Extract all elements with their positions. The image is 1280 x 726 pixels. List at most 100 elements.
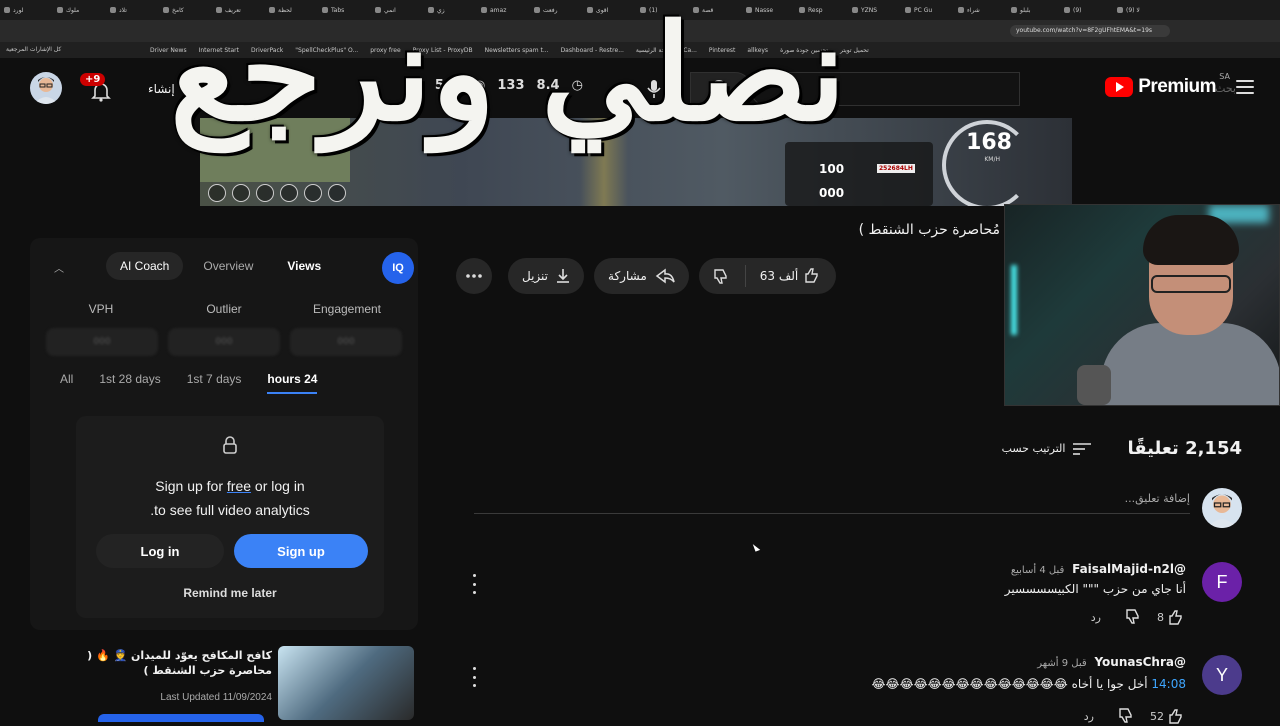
metric-values: 000 000 000: [46, 328, 402, 356]
share-label: مشاركة: [608, 269, 647, 283]
comment-author[interactable]: @YounasChra: [1094, 655, 1186, 669]
browser-tab[interactable]: تلاد: [107, 2, 159, 18]
range-24-hours[interactable]: hours 24: [267, 372, 318, 394]
browser-tab[interactable]: PC Gu: [902, 2, 954, 18]
share-button[interactable]: مشاركة: [594, 258, 689, 294]
recommended-title: كافح المكافح يعوّد للميدان 👮 🔥 ( محاصرة …: [72, 648, 272, 678]
tab-label: شراء: [967, 6, 980, 14]
comment-author[interactable]: @FaisalMajid-n2l: [1072, 562, 1186, 576]
browser-tab[interactable]: YZNS: [849, 2, 901, 18]
browser-tab[interactable]: (9) لا: [1114, 2, 1166, 18]
all-bookmarks-link[interactable]: كل الإشارات المرجعية: [6, 42, 61, 58]
range-all[interactable]: All: [60, 372, 73, 394]
notification-badge: +9: [80, 73, 106, 86]
comment-like-count: 52: [1150, 710, 1164, 723]
recommended-video[interactable]: كافح المكافح يعوّد للميدان 👮 🔥 ( محاصرة …: [87, 646, 418, 722]
tab-overview[interactable]: Overview: [189, 252, 267, 280]
browser-tab[interactable]: ملوك: [54, 2, 106, 18]
youtube-premium-logo[interactable]: Premium SA: [1105, 72, 1230, 98]
add-comment-input[interactable]: إضافة تعليق...: [474, 488, 1190, 514]
locked-analytics-card: Sign up for free or log in .to see full …: [76, 416, 384, 618]
signup-button[interactable]: Sign up: [234, 534, 368, 568]
recommended-title-line-2: محاصرة حزب الشنقط ): [143, 664, 272, 677]
like-dislike-bar: 63 ألف: [698, 258, 837, 294]
like-count: 63 ألف: [759, 269, 799, 283]
tab-favicon-icon: [57, 7, 63, 13]
metric-label-outlier: Outlier: [206, 302, 242, 316]
overlay-caption: نصلي ونرجع: [170, 0, 847, 151]
remind-later-link[interactable]: Remind me later: [76, 586, 384, 600]
speed-value: 168: [966, 130, 1012, 155]
url-field[interactable]: youtube.com/watch?v=8F2gUFhtEMA&t=19s: [1010, 25, 1170, 37]
comment-dislike-button[interactable]: [1125, 608, 1143, 627]
login-button[interactable]: Log in: [96, 534, 224, 568]
comment-menu-icon[interactable]: [470, 667, 478, 687]
range-tabs: All 1st 28 days 1st 7 days hours 24: [60, 372, 318, 394]
tab-favicon-icon: [4, 7, 10, 13]
comment-time[interactable]: قبل 9 أشهر: [1037, 658, 1086, 669]
comment-item: Y @YounasChra قبل 9 أشهر 14:08 أخل جوا ي…: [466, 655, 1246, 724]
sort-label: الترتيب حسب: [1001, 442, 1066, 455]
lock-line-1-pre: Sign up for: [155, 478, 223, 494]
collapse-caret-icon[interactable]: ︿: [54, 260, 64, 275]
comment-body: 14:08 أخل جوا يا أخاه 😂😂😂😂😂😂😂😂😂😂😂😂😂😂: [872, 677, 1186, 691]
like-button[interactable]: 63 ألف: [746, 268, 837, 284]
comment-time[interactable]: قبل 4 أسابيع: [1011, 565, 1064, 576]
reply-button[interactable]: رد: [1091, 611, 1101, 624]
comment-actions: 8 رد: [1091, 608, 1186, 627]
comment-avatar[interactable]: Y: [1202, 655, 1242, 695]
comment-timestamp-link[interactable]: 14:08: [1151, 677, 1186, 691]
tab-favicon-icon: [163, 7, 169, 13]
comment-dislike-button[interactable]: [1118, 707, 1136, 726]
comment-text: أخل جوا يا أخاه 😂😂😂😂😂😂😂😂😂😂😂😂😂😂: [871, 677, 1148, 691]
reply-button[interactable]: رد: [1084, 710, 1094, 723]
logo-text: Premium: [1138, 76, 1216, 97]
comment-like-button[interactable]: 52: [1150, 708, 1186, 725]
recommended-action-button[interactable]: [98, 714, 264, 722]
dislike-button[interactable]: [699, 268, 745, 284]
tab-favicon-icon: [1011, 7, 1017, 13]
person-hair: [1143, 215, 1239, 265]
browser-tab[interactable]: بلبلو: [1008, 2, 1060, 18]
tab-label: PC Gu: [914, 6, 933, 14]
range-7-days[interactable]: 1st 7 days: [187, 372, 242, 394]
browser-tab[interactable]: (9): [1061, 2, 1113, 18]
tab-label: لورد: [13, 6, 24, 14]
comment-like-button[interactable]: 8: [1157, 609, 1186, 626]
video-thumbnail[interactable]: [278, 646, 414, 720]
tab-views[interactable]: Views: [273, 252, 335, 280]
comments-header: 2,154 تعليقًا الترتيب حسب: [1002, 438, 1242, 459]
add-comment-placeholder: إضافة تعليق...: [1124, 492, 1190, 505]
browser-tab[interactable]: شراء: [955, 2, 1007, 18]
sort-icon: [1073, 442, 1092, 455]
game-hud-icons: [208, 184, 346, 202]
download-button[interactable]: تنزيل: [508, 258, 585, 294]
tab-label: YZNS: [861, 6, 878, 14]
avatar-illustration: [1207, 494, 1237, 528]
more-icon: [466, 274, 482, 278]
range-28-days[interactable]: 1st 28 days: [99, 372, 160, 394]
tab-favicon-icon: [1064, 7, 1070, 13]
sort-button[interactable]: الترتيب حسب: [1002, 442, 1092, 456]
comment-avatar[interactable]: F: [1202, 562, 1242, 602]
person-body: [1101, 323, 1279, 405]
panel-tabs: AI Coach Overview Views: [106, 252, 335, 280]
free-link[interactable]: free: [227, 478, 251, 494]
browser-tab[interactable]: لورد: [1, 2, 53, 18]
tab-ai-coach[interactable]: AI Coach: [106, 252, 184, 280]
comment-count: 2,154 تعليقًا: [1127, 438, 1242, 459]
comment-header: @FaisalMajid-n2l قبل 4 أسابيع: [1011, 562, 1186, 576]
menu-icon[interactable]: [1236, 80, 1254, 94]
game-dashboard: 100 000 252684LH: [785, 142, 933, 206]
metric-label-engagement: Engagement: [312, 302, 382, 316]
comment-menu-icon[interactable]: [470, 574, 478, 594]
thumbs-up-icon: [805, 268, 818, 283]
more-button[interactable]: [456, 258, 492, 294]
lock-message: Sign up for free or log in .to see full …: [76, 474, 384, 522]
avatar[interactable]: [30, 72, 62, 104]
avatar-illustration: [34, 77, 58, 104]
tab-label: (9) لا: [1126, 6, 1140, 14]
tab-label: بلبلو: [1020, 6, 1031, 14]
vidiq-logo[interactable]: IQ: [382, 252, 414, 284]
download-icon: [557, 269, 570, 283]
